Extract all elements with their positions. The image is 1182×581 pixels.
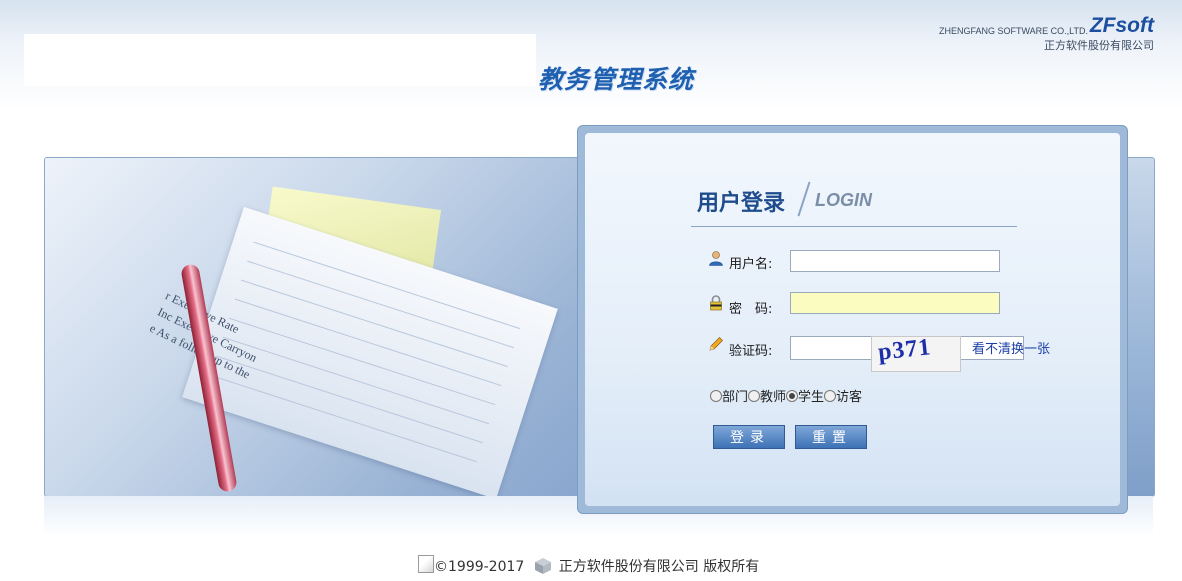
role-radio-student[interactable] bbox=[786, 390, 799, 402]
login-panel: 用户登录 LOGIN 用户名: 密 码: 验证码: p371 看不清换一张 部门… bbox=[577, 125, 1128, 514]
captcha-image[interactable]: p371 bbox=[871, 334, 961, 372]
system-title: 教务管理系统 bbox=[538, 65, 695, 94]
password-label: 密 码: bbox=[729, 302, 773, 317]
role-label-teacher: 教师 bbox=[760, 390, 787, 405]
refresh-captcha-link[interactable]: 看不清换一张 bbox=[972, 338, 1050, 357]
role-selector: 部门 教师 学生 访客 bbox=[710, 386, 862, 405]
hero-photo: r Executive Rate Inc Executive Carryon e… bbox=[45, 158, 585, 496]
company-name-en: ZHENGFANG SOFTWARE CO.,LTD. bbox=[938, 26, 1088, 36]
copyright-years: ©1999-2017 bbox=[434, 559, 525, 575]
login-form: 用户登录 LOGIN 用户名: 密 码: 验证码: p371 看不清换一张 部门… bbox=[585, 133, 1120, 506]
pencil-icon bbox=[709, 337, 723, 351]
logo-area bbox=[24, 34, 536, 86]
role-label-student: 学生 bbox=[798, 390, 825, 405]
username-input[interactable] bbox=[790, 250, 1000, 272]
user-icon bbox=[709, 251, 723, 266]
login-button[interactable]: 登录 bbox=[713, 425, 785, 449]
login-title-en: LOGIN bbox=[815, 190, 872, 210]
cube-logo-icon bbox=[534, 558, 551, 574]
copyright-company: 正方软件股份有限公司 版权所有 bbox=[558, 559, 760, 575]
role-label-department: 部门 bbox=[722, 390, 749, 405]
captcha-text: p371 bbox=[876, 334, 933, 366]
role-label-visitor: 访客 bbox=[836, 390, 863, 405]
username-label: 用户名: bbox=[729, 257, 773, 272]
reset-button[interactable]: 重置 bbox=[795, 425, 867, 449]
title-underline bbox=[691, 226, 1017, 227]
company-name-cn: 正方软件股份有限公司 bbox=[1044, 39, 1154, 52]
zfsoft-logo: ZFsoft bbox=[1089, 14, 1154, 37]
password-input[interactable] bbox=[790, 292, 1000, 314]
broken-image-icon bbox=[418, 555, 434, 573]
role-radio-visitor[interactable] bbox=[824, 390, 837, 402]
role-radio-teacher[interactable] bbox=[748, 390, 761, 402]
role-radio-department[interactable] bbox=[710, 390, 722, 402]
captcha-label: 验证码: bbox=[729, 344, 773, 359]
title-divider bbox=[797, 181, 811, 217]
footer: ©1999-2017 正方软件股份有限公司 版权所有 bbox=[418, 555, 759, 576]
lock-icon bbox=[710, 295, 722, 311]
login-title: 用户登录 bbox=[697, 191, 786, 216]
